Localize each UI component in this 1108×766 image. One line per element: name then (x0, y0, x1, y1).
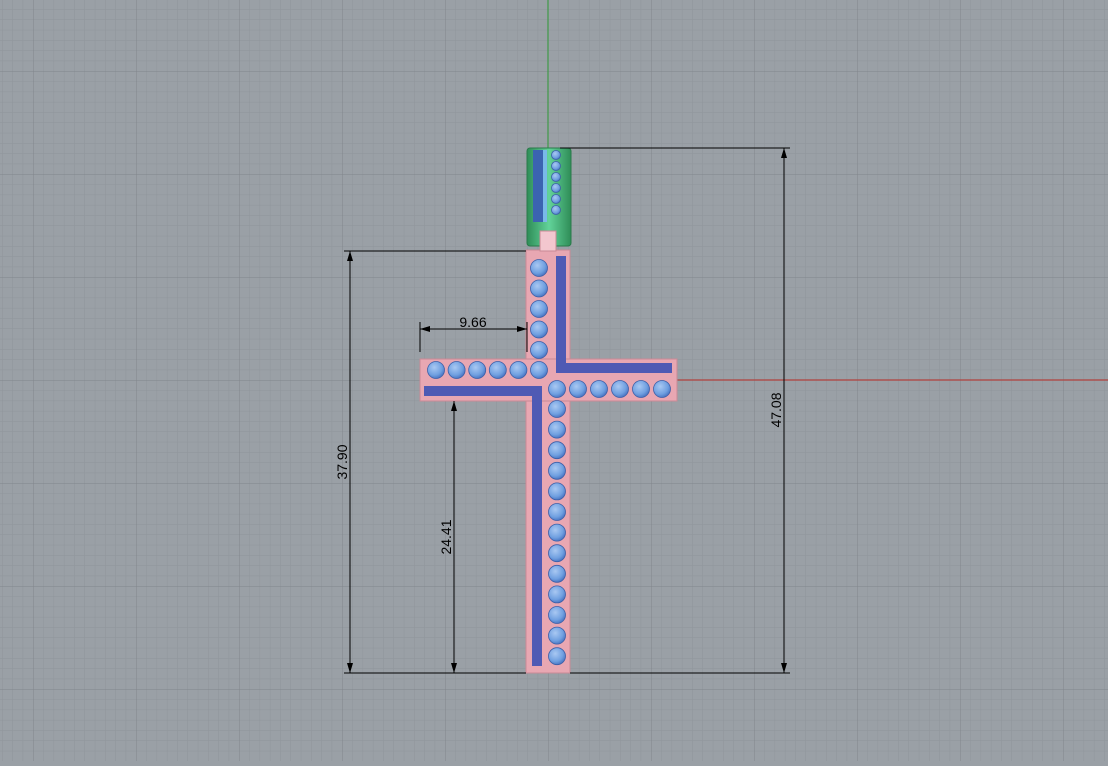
stone (632, 380, 650, 398)
stone (551, 183, 561, 193)
stone (548, 380, 566, 398)
stone (548, 482, 566, 501)
dimension-cross-height[interactable]: 37.90 (334, 444, 350, 479)
stone (548, 420, 566, 439)
stone (548, 400, 566, 418)
stone (551, 161, 561, 171)
dimension-top-arm-width[interactable]: 9.66 (459, 314, 486, 330)
cad-viewport[interactable]: 9.66 47.08 37.90 24.41 (0, 0, 1108, 761)
stone (653, 380, 671, 398)
stone (530, 259, 548, 277)
dimension-total-height[interactable]: 47.08 (768, 392, 784, 427)
stone (427, 361, 445, 379)
stone (530, 279, 548, 298)
stone (548, 503, 566, 521)
stone (530, 300, 548, 318)
stone (468, 361, 487, 379)
stone (548, 564, 566, 583)
stone (551, 194, 561, 204)
stone (530, 361, 548, 379)
stone (569, 380, 587, 398)
stone (551, 205, 561, 215)
stone (548, 461, 566, 480)
stone (551, 172, 561, 182)
stone (548, 544, 566, 563)
stone (548, 441, 566, 460)
stone (488, 361, 507, 379)
stone (548, 606, 566, 624)
dimension-lower-arm-height[interactable]: 24.41 (438, 519, 454, 554)
stone (509, 361, 528, 379)
stone (447, 361, 466, 379)
stone (530, 320, 548, 339)
stone (548, 523, 566, 542)
stone (548, 585, 566, 604)
stone (611, 380, 629, 398)
stone (551, 150, 561, 160)
bail-connector (539, 230, 557, 252)
stone (590, 380, 608, 398)
stone (530, 341, 548, 359)
stone (548, 647, 566, 666)
stone (548, 626, 566, 645)
